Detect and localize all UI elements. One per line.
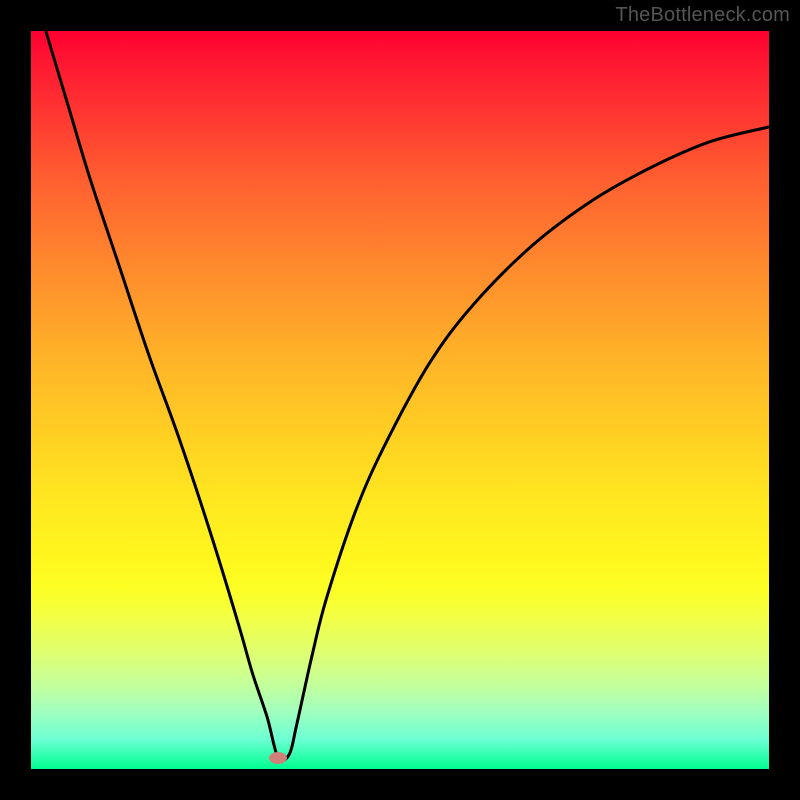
bottleneck-curve	[31, 31, 769, 769]
optimal-point-marker	[269, 752, 287, 764]
gradient-plot-area	[31, 31, 769, 769]
curve-path	[46, 31, 769, 761]
watermark-text: TheBottleneck.com	[615, 4, 790, 27]
